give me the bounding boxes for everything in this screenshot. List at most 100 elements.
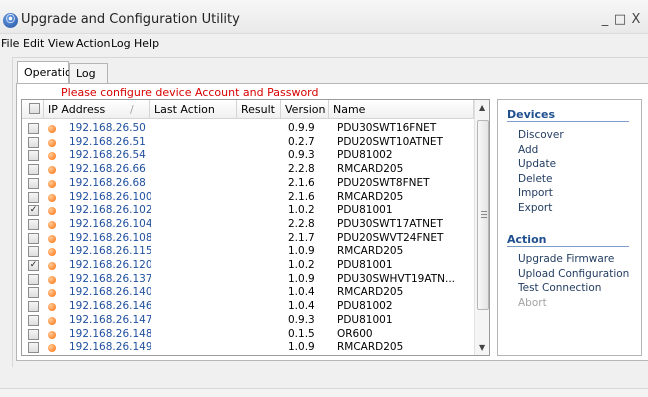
device-update[interactable]: Update: [518, 158, 556, 170]
cell-result: [241, 204, 281, 217]
status-dot-icon: [48, 234, 56, 243]
row-checkbox[interactable]: ✓: [28, 205, 39, 217]
cell-result: [241, 341, 281, 354]
table-row[interactable]: 192.168.26.115 1.0.9 RMCARD205: [22, 245, 473, 259]
row-checkbox[interactable]: [28, 218, 39, 230]
maximize-button[interactable]: □: [612, 12, 628, 27]
status-dot-icon: [48, 303, 56, 312]
close-button[interactable]: X: [628, 12, 644, 27]
cell-result: [241, 259, 281, 272]
menu-view[interactable]: View: [48, 37, 74, 50]
vertical-scrollbar[interactable]: ▲ ▼: [474, 100, 489, 355]
table-row[interactable]: 192.168.26.50 0.9.9 PDU30SWT16FNET: [22, 122, 473, 136]
menu-help[interactable]: Help: [134, 37, 159, 50]
menu-edit[interactable]: Edit: [23, 37, 44, 50]
column-last-action[interactable]: Last Action: [150, 100, 237, 119]
device-export[interactable]: Export: [518, 202, 552, 214]
device-delete[interactable]: Delete: [518, 173, 553, 185]
cell-last-action: [154, 245, 238, 258]
menu-log[interactable]: Log: [111, 37, 131, 50]
table-row[interactable]: 192.168.26.137 1.0.9 PDU30SWHVT19ATN...: [22, 273, 473, 287]
cell-result: [241, 314, 281, 327]
cell-name: RMCARD205: [337, 245, 404, 258]
cell-result: [241, 163, 281, 176]
scroll-thumb[interactable]: [477, 120, 489, 310]
status-dot-icon: [48, 220, 56, 229]
scroll-up-icon[interactable]: ▲: [479, 103, 485, 112]
cell-ip-address: 192.168.26.54: [69, 149, 146, 162]
cell-name: PDU20SWVT24FNET: [337, 231, 444, 244]
row-checkbox[interactable]: [28, 177, 39, 189]
menu-file[interactable]: File: [1, 37, 19, 50]
table-row[interactable]: 192.168.26.140 1.0.4 RMCARD205: [22, 286, 473, 300]
status-dot-icon: [48, 262, 56, 270]
table-row[interactable]: 192.168.26.146 1.0.4 PDU81002: [22, 300, 473, 314]
cell-result: [241, 232, 281, 245]
row-checkbox[interactable]: [28, 314, 39, 326]
cell-result: [241, 328, 281, 341]
device-discover[interactable]: Discover: [518, 129, 564, 141]
column-result[interactable]: Result: [237, 100, 281, 119]
menu-action[interactable]: Action: [76, 37, 110, 50]
row-checkbox[interactable]: [28, 150, 39, 162]
cell-last-action: [154, 259, 238, 272]
status-dot-icon: [48, 166, 56, 175]
table-row[interactable]: 192.168.26.54 0.9.3 PDU81002: [22, 149, 473, 163]
table-row[interactable]: ✓ 192.168.26.102 1.0.2 PDU81001: [22, 204, 473, 218]
table-row[interactable]: ✓ 192.168.26.120 1.0.2 PDU81001: [22, 259, 473, 273]
tab-log[interactable]: Log: [69, 63, 108, 84]
action-upgrade-firmware[interactable]: Upgrade Firmware: [518, 253, 614, 265]
cell-result: [241, 286, 281, 299]
table-row[interactable]: 192.168.26.147 0.9.3 PDU81001: [22, 314, 473, 328]
row-checkbox[interactable]: [28, 232, 39, 244]
column-name[interactable]: Name: [329, 100, 474, 119]
cell-ip-address: 192.168.26.140: [69, 286, 151, 299]
table-row[interactable]: 192.168.26.51 0.2.7 PDU20SWT10ATNET: [22, 136, 473, 150]
device-import[interactable]: Import: [518, 187, 553, 199]
cell-last-action: [154, 177, 238, 190]
table-row[interactable]: 192.168.26.68 2.1.6 PDU20SWT8FNET: [22, 177, 473, 191]
row-checkbox[interactable]: [28, 164, 39, 176]
device-grid[interactable]: IP Address / Last Action Result Version …: [21, 99, 490, 356]
devices-section-divider: [507, 121, 629, 122]
cell-last-action: [154, 149, 238, 162]
select-all-checkbox[interactable]: [29, 103, 40, 114]
cell-result: [241, 300, 281, 313]
cell-name: OR600: [337, 327, 373, 340]
table-row[interactable]: 192.168.26.104 2.2.8 PDU30SWT17ATNET: [22, 218, 473, 232]
cell-last-action: [154, 314, 238, 327]
table-row[interactable]: 192.168.26.148 0.1.5 OR600: [22, 328, 473, 342]
row-checkbox[interactable]: [28, 136, 39, 148]
table-row[interactable]: 192.168.26.66 2.2.8 RMCARD205: [22, 163, 473, 177]
row-checkbox[interactable]: [28, 123, 39, 134]
action-upload-configuration[interactable]: Upload Configuration: [518, 268, 629, 280]
row-checkbox[interactable]: [28, 191, 39, 203]
tab-operation[interactable]: Operation: [17, 61, 79, 84]
cell-last-action: [154, 341, 238, 354]
row-checkbox[interactable]: [28, 301, 39, 313]
table-row[interactable]: 192.168.26.100 2.1.6 RMCARD205: [22, 191, 473, 205]
task-panel: Devices Discover Add Update Delete Import Exp…: [497, 99, 642, 356]
app-globe-icon: ⦿: [3, 13, 18, 28]
row-checkbox[interactable]: [28, 287, 39, 299]
select-all-cell[interactable]: [22, 100, 44, 119]
cell-last-action: [154, 136, 238, 149]
cell-last-action: [154, 191, 238, 204]
column-ip-address[interactable]: IP Address /: [44, 100, 150, 119]
row-checkbox[interactable]: [28, 342, 39, 354]
column-version[interactable]: Version: [281, 100, 329, 119]
table-row[interactable]: 192.168.26.149 1.0.9 RMCARD205: [22, 341, 473, 355]
action-test-connection[interactable]: Test Connection: [518, 282, 601, 294]
cell-name: PDU81002: [337, 300, 393, 313]
cell-name: RMCARD205: [337, 190, 404, 203]
minimize-button[interactable]: _: [597, 12, 613, 27]
device-add[interactable]: Add: [518, 144, 538, 156]
row-checkbox[interactable]: [28, 328, 39, 340]
table-row[interactable]: 192.168.26.108 2.1.7 PDU20SWVT24FNET: [22, 232, 473, 246]
row-checkbox[interactable]: ✓: [28, 260, 39, 271]
row-checkbox[interactable]: [28, 246, 39, 258]
scroll-down-icon[interactable]: ▼: [479, 343, 485, 352]
row-checkbox[interactable]: [28, 273, 39, 285]
cell-result: [241, 218, 281, 231]
title-bar: ⦿ Upgrade and Configuration Utility _ □ …: [0, 0, 648, 34]
